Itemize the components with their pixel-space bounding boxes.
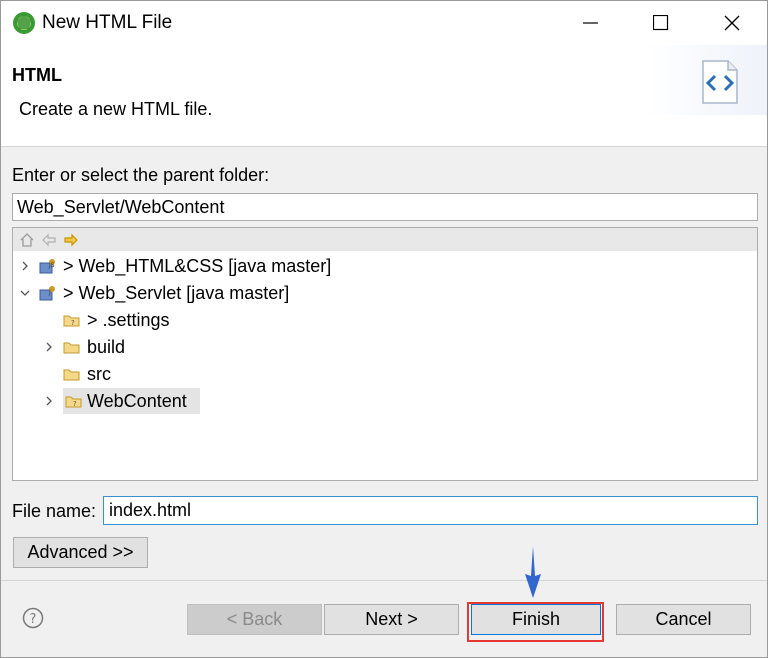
parent-folder-input[interactable]	[12, 193, 758, 221]
project-icon: JS	[39, 259, 55, 274]
svg-text:JS: JS	[48, 262, 55, 269]
tree-item-label: > Web_HTML&CSS [java master]	[63, 256, 332, 276]
folder-icon	[63, 342, 80, 354]
wizard-banner: HTML Create a new HTML file.	[1, 45, 767, 147]
tree-item-webcontent[interactable]: ? WebContent	[43, 388, 443, 414]
new-html-file-dialog: New HTML File HTML Create a new HTML fil…	[0, 0, 768, 658]
cancel-button[interactable]: Cancel	[616, 604, 751, 635]
back-button[interactable]: < Back	[187, 604, 322, 635]
chevron-right-icon[interactable]	[43, 341, 55, 353]
folder-icon	[63, 369, 80, 381]
close-icon	[724, 15, 740, 31]
svg-text:?: ?	[30, 612, 37, 627]
folder-icon: ?	[65, 396, 82, 408]
file-name-input[interactable]	[103, 496, 758, 525]
window-title: New HTML File	[42, 12, 173, 33]
folder-tree[interactable]: JS > Web_HTML&CSS [java master] J > Web_…	[12, 227, 758, 481]
advanced-button[interactable]: Advanced >>	[13, 537, 148, 568]
tree-toolbar	[13, 228, 757, 251]
minimize-icon	[583, 22, 598, 24]
pointer-arrow-icon	[525, 546, 541, 598]
title-bar: New HTML File	[1, 1, 767, 45]
forward-arrow-icon[interactable]	[63, 232, 79, 248]
tree-item-label: > .settings	[87, 310, 170, 330]
parent-folder-label-text: Enter or select the parent folder:	[12, 165, 270, 185]
svg-text:?: ?	[73, 400, 77, 408]
tree-item-label: src	[87, 364, 111, 384]
svg-text:?: ?	[71, 319, 75, 327]
chevron-down-icon[interactable]	[19, 287, 31, 299]
home-icon[interactable]	[19, 232, 35, 248]
help-icon[interactable]: ?	[22, 607, 44, 629]
back-arrow-icon[interactable]	[41, 232, 57, 248]
finish-highlight-box	[467, 602, 604, 642]
tree-item-web-html-css[interactable]: JS > Web_HTML&CSS [java master]	[19, 253, 719, 279]
tree-item-src[interactable]: src	[63, 361, 463, 387]
tree-item-label: > Web_Servlet [java master]	[63, 283, 290, 303]
file-name-label: File name:	[12, 501, 97, 521]
maximize-button[interactable]	[626, 1, 696, 45]
close-button[interactable]	[697, 1, 767, 45]
app-icon	[13, 12, 35, 34]
folder-icon: ?	[63, 315, 80, 327]
tree-item-label: build	[87, 337, 126, 357]
tree-item-settings[interactable]: ? > .settings	[63, 307, 463, 333]
next-button[interactable]: Next >	[324, 604, 459, 635]
banner-description: Create a new HTML file.	[19, 99, 213, 119]
chevron-right-icon[interactable]	[43, 395, 55, 407]
chevron-right-icon[interactable]	[19, 260, 31, 272]
html-file-icon	[702, 60, 738, 104]
minimize-button[interactable]	[556, 1, 626, 45]
project-icon: J	[39, 286, 55, 301]
tree-item-build[interactable]: build	[43, 334, 443, 360]
parent-folder-label: Enter or select the parent folder:	[12, 165, 269, 186]
maximize-icon	[653, 15, 669, 31]
banner-title: HTML	[12, 65, 62, 85]
tree-item-web-servlet[interactable]: J > Web_Servlet [java master]	[19, 280, 719, 306]
svg-text:J: J	[48, 289, 51, 296]
tree-item-label: WebContent	[87, 391, 187, 411]
button-bar-separator	[1, 580, 767, 581]
